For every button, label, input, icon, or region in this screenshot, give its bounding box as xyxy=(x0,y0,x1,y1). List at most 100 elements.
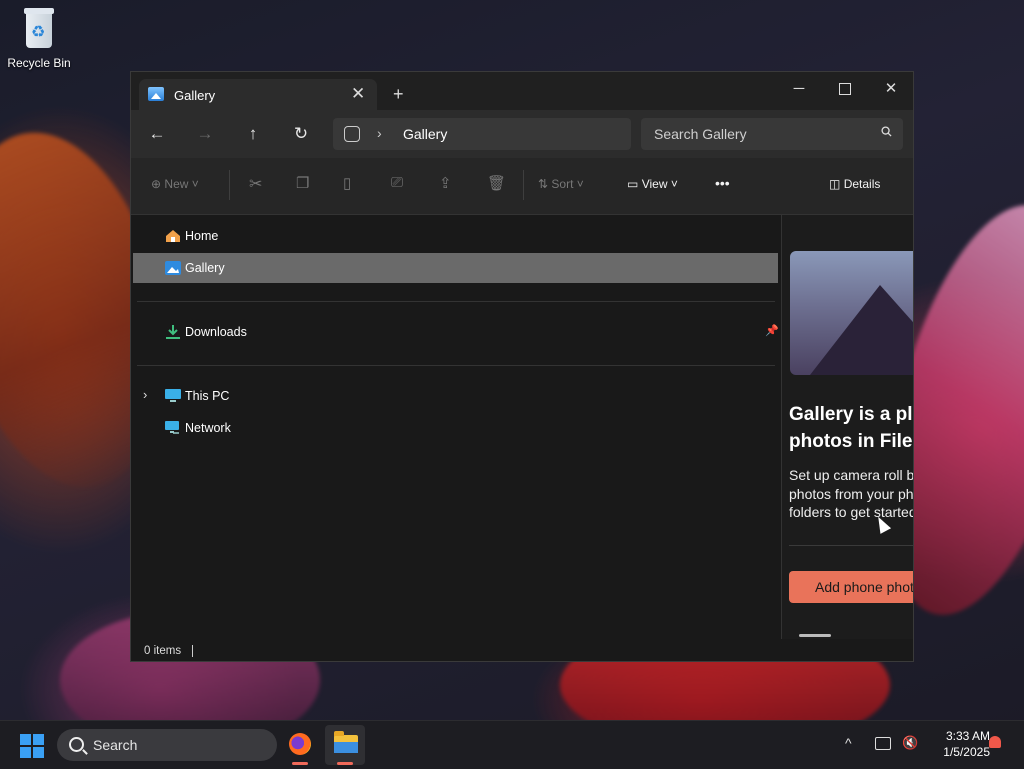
nav-item-home[interactable]: Home xyxy=(133,221,778,251)
firefox-icon xyxy=(289,733,311,755)
title-bar: Gallery ✕ + ─ ✕ xyxy=(131,72,913,110)
address-bar[interactable]: › Gallery xyxy=(333,118,631,150)
network-icon xyxy=(165,421,179,434)
paste-button[interactable]: ▯ xyxy=(343,174,351,192)
plus-circle-icon: ⊕ xyxy=(151,177,162,191)
taskbar-search-label: Search xyxy=(93,737,138,753)
network-status-icon[interactable] xyxy=(875,737,891,750)
new-tab-button[interactable]: + xyxy=(393,84,404,105)
search-icon xyxy=(69,737,84,752)
details-label: Details xyxy=(843,177,881,191)
gallery-location-icon xyxy=(344,126,360,142)
search-placeholder: Search Gallery xyxy=(654,126,747,142)
computer-icon xyxy=(165,389,181,402)
clipboard-icon: ▯ xyxy=(343,175,352,192)
nav-item-label: Network xyxy=(185,421,231,435)
nav-divider xyxy=(137,365,775,366)
rename-button[interactable]: ⎚ xyxy=(391,174,403,191)
navigation-bar: ← → ↑ ↻ › Gallery Search Gallery xyxy=(131,110,913,158)
windows-logo-icon xyxy=(20,734,31,745)
trash-icon: 🗑 xyxy=(487,175,507,192)
nav-item-label: This PC xyxy=(185,389,230,403)
chevron-down-icon: ˅ xyxy=(191,177,199,191)
item-count: 0 items xyxy=(144,645,182,657)
copy-button[interactable]: ❐ xyxy=(296,174,309,192)
running-indicator xyxy=(337,762,353,765)
nav-item-label: Gallery xyxy=(185,261,225,275)
file-explorer-icon xyxy=(334,731,358,753)
up-button[interactable]: ↑ xyxy=(241,122,265,146)
share-icon: ⇪ xyxy=(439,175,452,192)
promo-secondary-link[interactable] xyxy=(799,634,831,637)
nav-item-label: Home xyxy=(185,229,219,243)
breadcrumb-chevron-icon[interactable]: › xyxy=(377,125,382,141)
search-input[interactable]: Search Gallery xyxy=(641,118,903,150)
start-button[interactable] xyxy=(20,734,44,758)
promo-description: Set up camera roll backup to see photos … xyxy=(789,467,913,520)
view-label: View xyxy=(641,177,668,191)
view-button[interactable]: ▭ View ˅ xyxy=(627,177,678,191)
new-button[interactable]: ⊕ New ˅ xyxy=(151,177,199,191)
notification-bell-icon[interactable] xyxy=(989,736,1001,748)
close-window-button[interactable]: ✕ xyxy=(869,76,913,102)
toolbar-divider xyxy=(229,170,230,200)
add-phone-photos-button[interactable]: Add phone photos xyxy=(789,571,913,603)
scissors-icon: ✂ xyxy=(249,176,263,193)
promo-title: Gallery is a place to see photos in File… xyxy=(789,404,913,452)
chevron-right-icon[interactable]: › xyxy=(143,387,147,402)
promo-divider xyxy=(789,545,913,546)
recycle-bin-icon: ♻ xyxy=(22,8,56,50)
details-pane-button[interactable]: ◫ Details xyxy=(829,177,880,191)
file-explorer-window: Gallery ✕ + ─ ✕ ← → ↑ ↻ › Gallery Search… xyxy=(130,71,914,662)
minimize-button[interactable]: ─ xyxy=(777,76,821,102)
nav-item-this-pc[interactable]: › This PC xyxy=(133,381,778,411)
rename-icon: ⎚ xyxy=(391,174,404,191)
navigation-pane: Home Gallery Downloads 📌 › This PC Netwo… xyxy=(131,215,781,639)
show-hidden-icons-button[interactable]: ^ xyxy=(845,735,852,751)
gallery-icon xyxy=(148,87,164,101)
taskbar-app-firefox[interactable] xyxy=(280,725,320,765)
cut-button[interactable]: ✂ xyxy=(249,174,262,194)
nav-item-gallery[interactable]: Gallery xyxy=(133,253,778,283)
refresh-button[interactable]: ↻ xyxy=(289,122,313,146)
nav-item-label: Downloads xyxy=(185,325,247,339)
copy-icon: ❐ xyxy=(296,175,310,192)
desktop-icon-label: Recycle Bin xyxy=(7,56,71,70)
volume-muted-icon[interactable]: 🔇 xyxy=(902,735,918,751)
gallery-icon xyxy=(165,261,181,275)
taskbar-search[interactable]: Search xyxy=(57,729,277,761)
nav-divider xyxy=(137,301,775,302)
chevron-down-icon: ˅ xyxy=(576,177,584,191)
tab-title: Gallery xyxy=(174,88,216,103)
clock-time: 3:33 AM xyxy=(945,729,990,743)
more-options-button[interactable]: ••• xyxy=(715,175,730,191)
close-tab-button[interactable]: ✕ xyxy=(351,84,365,104)
clock-date: 1/5/2025 xyxy=(943,745,990,759)
forward-button[interactable]: → xyxy=(193,122,217,146)
sort-button[interactable]: ⇅ Sort ˅ xyxy=(538,177,584,191)
toolbar-divider xyxy=(523,170,524,200)
delete-button[interactable]: 🗑 xyxy=(487,174,506,192)
new-label: New xyxy=(164,177,189,191)
nav-item-downloads[interactable]: Downloads 📌 xyxy=(133,317,779,347)
taskbar-app-file-explorer[interactable] xyxy=(325,725,365,765)
status-divider xyxy=(192,645,193,657)
gallery-promo-image xyxy=(790,251,913,375)
nav-item-network[interactable]: Network xyxy=(133,413,778,443)
home-icon xyxy=(166,230,180,242)
status-bar: 0 items xyxy=(131,639,913,661)
search-icon xyxy=(881,126,892,137)
taskbar: Search ^ 🔇 3:33 AM 1/5/2025 xyxy=(0,720,1024,769)
desktop-icon-recycle-bin[interactable]: ♻ Recycle Bin xyxy=(6,8,72,70)
sort-label: Sort xyxy=(551,177,574,191)
share-button[interactable]: ⇪ xyxy=(439,174,452,192)
back-button[interactable]: ← xyxy=(145,122,169,146)
download-icon xyxy=(166,325,180,339)
system-clock[interactable]: 3:33 AM 1/5/2025 xyxy=(920,728,990,760)
maximize-button[interactable] xyxy=(823,76,867,102)
breadcrumb-gallery[interactable]: Gallery xyxy=(403,126,447,142)
running-indicator xyxy=(292,762,308,765)
pin-icon[interactable]: 📌 xyxy=(765,324,779,337)
command-bar: ⊕ New ˅ ✂ ❐ ▯ ⎚ ⇪ 🗑 ⇅ Sort ˅ ▭ View ˅ ••… xyxy=(131,158,913,215)
tab-gallery[interactable]: Gallery ✕ xyxy=(139,79,377,110)
